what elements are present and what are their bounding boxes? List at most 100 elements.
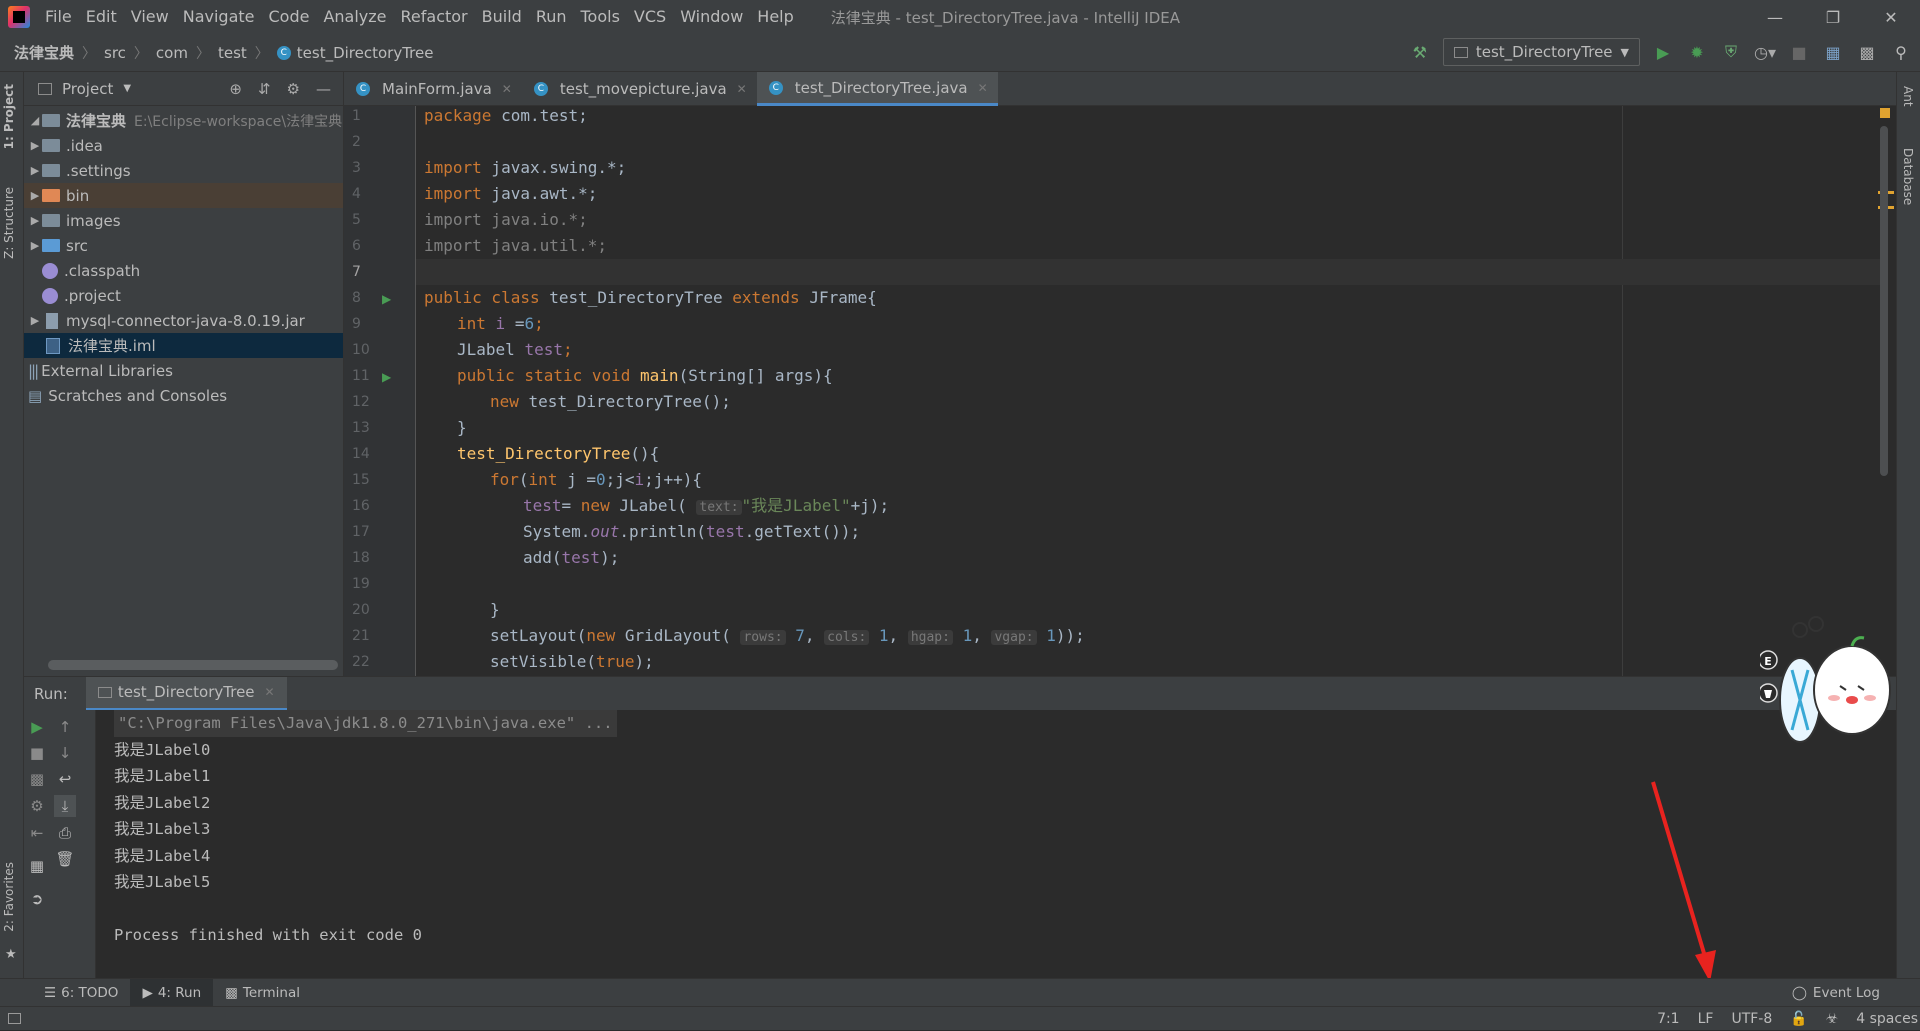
hide-icon[interactable]: — (316, 80, 331, 98)
indent-setting[interactable]: 4 spaces (1856, 1011, 1918, 1027)
stop-icon[interactable]: ■ (1788, 41, 1810, 63)
menu-build[interactable]: Build (475, 0, 529, 34)
chevron-right-icon[interactable]: ▶ (28, 164, 42, 177)
restore-icon[interactable]: ❐ (1804, 0, 1862, 34)
tree-row-root[interactable]: ◢ 法律宝典 E:\Eclipse-workspace\法律宝典 (24, 108, 343, 133)
menu-code[interactable]: Code (262, 0, 317, 34)
run-tab-test-directorytree[interactable]: test_DirectoryTree ✕ (85, 676, 287, 711)
todo-tool-button[interactable]: ☰ 6: TODO (32, 979, 130, 1007)
warning-indicator-icon[interactable] (1880, 108, 1890, 118)
breadcrumb-com[interactable]: com (156, 44, 188, 62)
run-configuration-select[interactable]: test_DirectoryTree ▼ (1442, 38, 1640, 66)
search-icon[interactable]: ⚲ (1890, 41, 1912, 63)
close-icon[interactable]: ✕ (737, 82, 747, 96)
breadcrumb-test[interactable]: test (218, 44, 247, 62)
editor-vertical-scrollbar[interactable] (1880, 126, 1888, 476)
tab-test-movepicture[interactable]: C test_movepicture.java ✕ (522, 72, 757, 106)
close-icon[interactable]: ✕ (978, 81, 988, 95)
profile-icon[interactable]: ◷▾ (1754, 41, 1776, 63)
breadcrumb-project[interactable]: 法律宝典 (14, 42, 74, 63)
console-output[interactable]: "C:\Program Files\Java\jdk1.8.0_271\bin\… (114, 710, 617, 949)
collapse-all-icon[interactable]: ⇵ (258, 80, 271, 98)
close-icon[interactable]: ✕ (265, 685, 275, 699)
chevron-down-icon[interactable]: ◢ (28, 114, 42, 127)
scroll-to-end-icon[interactable]: ⤓ (54, 795, 76, 817)
menu-run[interactable]: Run (529, 0, 574, 34)
chevron-right-icon[interactable]: ▶ (28, 214, 42, 227)
chevron-right-icon[interactable]: ▶ (28, 314, 42, 327)
menu-refactor[interactable]: Refactor (394, 0, 475, 34)
debug-settings-icon[interactable]: ⚙ (26, 795, 48, 817)
tab-mainform[interactable]: C MainForm.java ✕ (344, 72, 522, 106)
run-gutter-icon[interactable]: ▶ (382, 292, 391, 306)
tree-row-iml[interactable]: 法律宝典.iml (24, 333, 343, 358)
tool-tab-favorites[interactable]: 2: Favorites (2, 862, 16, 932)
tool-windows-toggle-icon[interactable] (8, 1013, 21, 1024)
terminal-tool-button[interactable]: ▩ Terminal (213, 979, 312, 1007)
presentation-icon[interactable]: ▩ (1856, 41, 1878, 63)
tab-test-directorytree[interactable]: C test_DirectoryTree.java ✕ (756, 72, 998, 106)
lock-icon[interactable]: 🔓 (1790, 1011, 1807, 1027)
menu-view[interactable]: View (124, 0, 176, 34)
pin-icon[interactable]: ➲ (26, 888, 48, 910)
breadcrumb-src[interactable]: src (104, 44, 126, 62)
close-icon[interactable]: ✕ (502, 82, 512, 96)
project-horizontal-scrollbar[interactable] (48, 660, 338, 670)
tree-row-images[interactable]: ▶ images (24, 208, 343, 233)
tool-tab-project[interactable]: 1: Project (2, 84, 16, 149)
tool-tab-ant[interactable]: Ant (1901, 86, 1915, 107)
close-icon[interactable]: ✕ (1862, 0, 1920, 34)
down-arrow-icon[interactable]: ↓ (54, 742, 76, 764)
layout-icon[interactable]: ▦ (26, 855, 48, 877)
run-icon[interactable]: ▶ (1652, 41, 1674, 63)
tree-row-bin[interactable]: ▶ bin (24, 183, 343, 208)
tree-row-jar[interactable]: ▶ mysql-connector-java-8.0.19.jar (24, 308, 343, 333)
minimize-icon[interactable]: — (1746, 0, 1804, 34)
locate-icon[interactable]: ⊕ (229, 80, 242, 98)
project-view-label[interactable]: Project (62, 80, 113, 98)
menu-file[interactable]: File (38, 0, 79, 34)
menu-edit[interactable]: Edit (79, 0, 124, 34)
soft-wrap-icon[interactable]: ↩ (54, 768, 76, 790)
run-gutter-icon[interactable]: ▶ (382, 370, 391, 384)
project-structure-icon[interactable]: ▦ (1822, 41, 1844, 63)
camera-icon[interactable]: ▩ (26, 768, 48, 790)
tree-row-settings[interactable]: ▶ .settings (24, 158, 343, 183)
tree-row-classpath[interactable]: .classpath (24, 258, 343, 283)
menu-analyze[interactable]: Analyze (316, 0, 393, 34)
line-separator[interactable]: LF (1698, 1011, 1714, 1027)
tool-tab-structure[interactable]: Z: Structure (2, 187, 16, 259)
coverage-icon[interactable]: ⛨ (1720, 41, 1742, 63)
chevron-right-icon[interactable]: ▶ (28, 189, 42, 202)
rerun-icon[interactable]: ▶ (26, 716, 48, 738)
file-encoding[interactable]: UTF-8 (1731, 1011, 1772, 1027)
chevron-down-icon[interactable]: ▼ (123, 83, 131, 94)
menu-help[interactable]: Help (750, 0, 800, 34)
tree-row-project-file[interactable]: .project (24, 283, 343, 308)
breadcrumb-class[interactable]: test_DirectoryTree (297, 44, 434, 62)
gear-icon[interactable]: ⚙ (287, 80, 300, 98)
trash-icon[interactable]: 🗑 (54, 848, 76, 870)
tree-row-idea[interactable]: ▶ .idea (24, 133, 343, 158)
up-arrow-icon[interactable]: ↑ (54, 716, 76, 738)
caret-position[interactable]: 7:1 (1657, 1011, 1680, 1027)
tree-row-external-libraries[interactable]: ||| External Libraries (24, 358, 343, 383)
chevron-right-icon[interactable]: ▶ (28, 139, 42, 152)
inspector-icon[interactable]: ☣ (1826, 1011, 1839, 1027)
menu-window[interactable]: Window (673, 0, 750, 34)
exit-icon[interactable]: ⇤ (26, 822, 48, 844)
code-editor[interactable]: 1 2 3 4 5 6 7 8 9 10 11 12 13 14 15 16 1… (344, 106, 1896, 676)
menu-navigate[interactable]: Navigate (176, 0, 262, 34)
debug-bug-icon[interactable]: ✹ (1686, 41, 1708, 63)
chevron-right-icon[interactable]: ▶ (28, 239, 42, 252)
build-hammer-icon[interactable]: ⚒ (1409, 41, 1431, 63)
run-tool-button[interactable]: ▶ 4: Run (130, 978, 214, 1007)
tree-row-scratches[interactable]: ▤ Scratches and Consoles (24, 383, 343, 408)
print-icon[interactable]: ⎙ (54, 822, 76, 844)
tool-tab-database[interactable]: Database (1901, 148, 1915, 205)
event-log-button[interactable]: ◯ Event Log (1792, 979, 1880, 1007)
menu-vcs[interactable]: VCS (627, 0, 673, 34)
stop-icon[interactable]: ■ (26, 742, 48, 764)
menu-tools[interactable]: Tools (574, 0, 627, 34)
tree-row-src[interactable]: ▶ src (24, 233, 343, 258)
